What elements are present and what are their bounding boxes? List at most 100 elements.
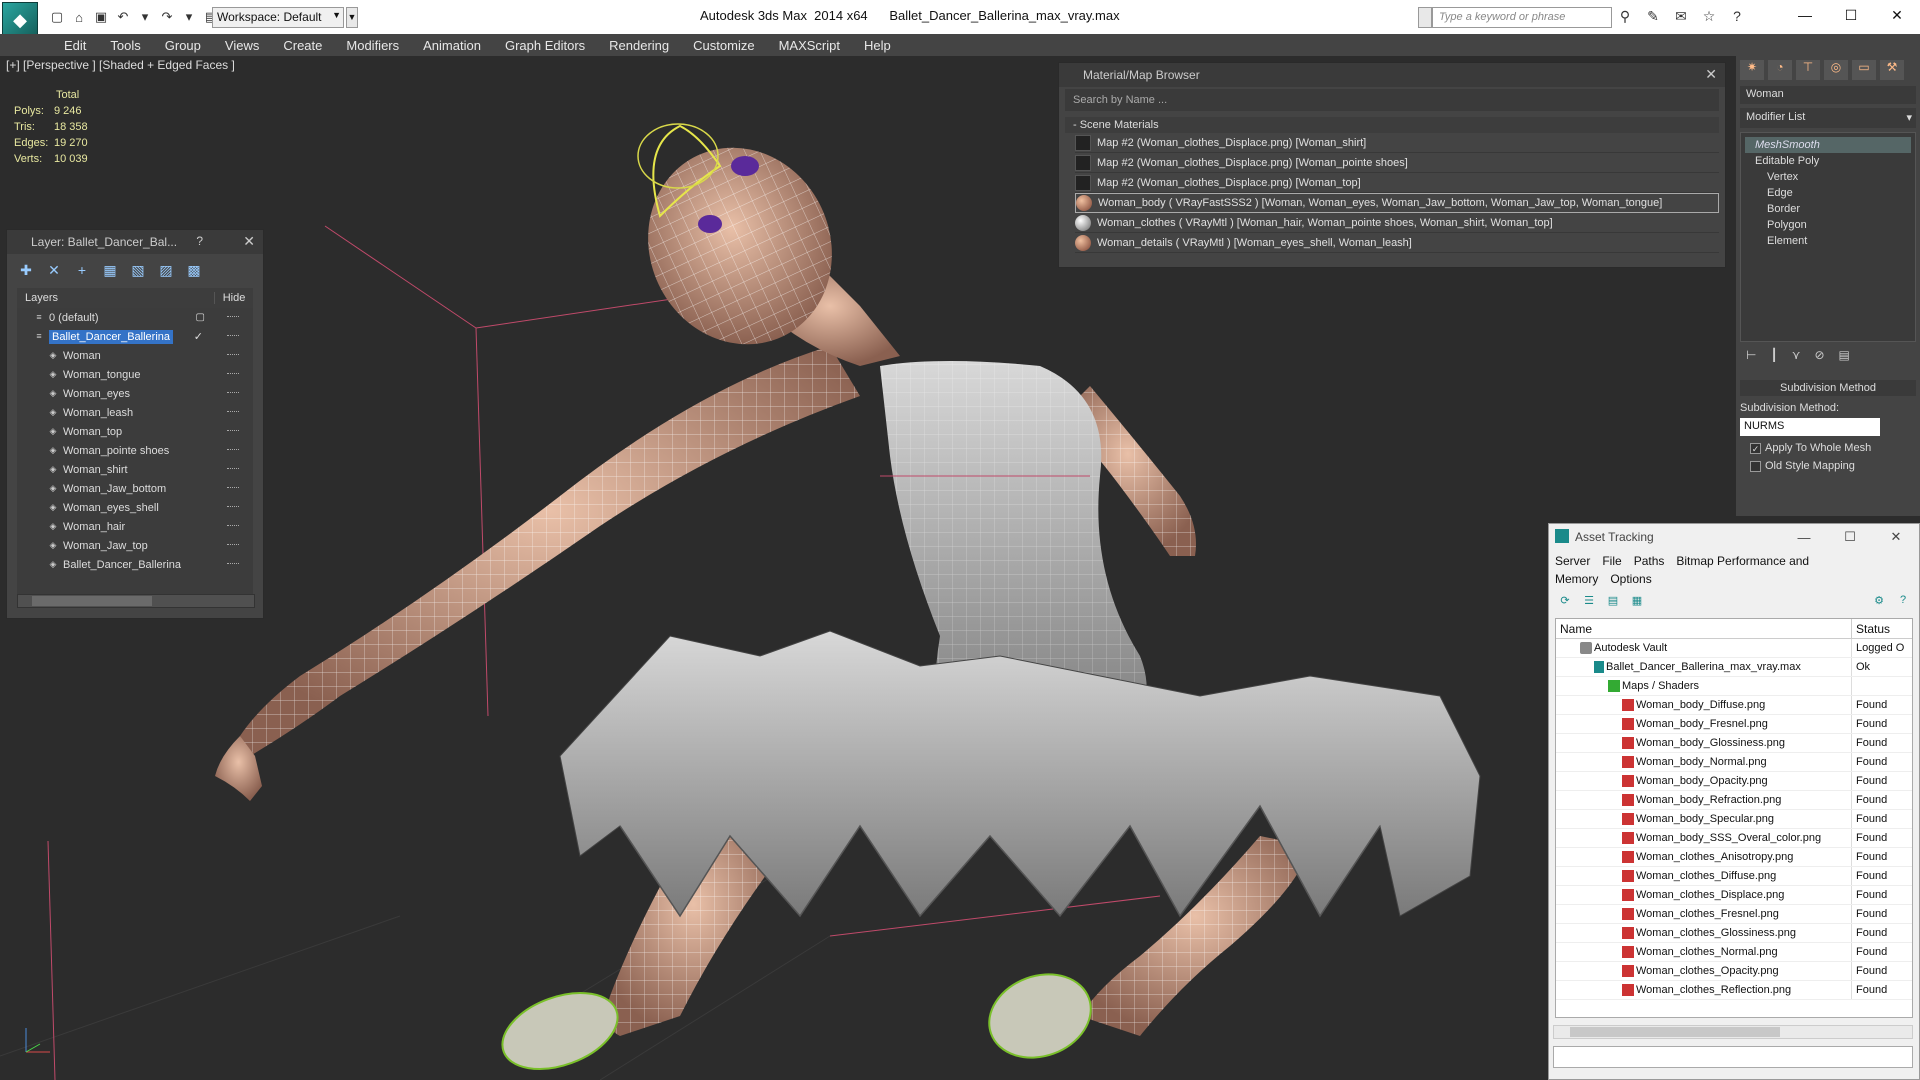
hide-toggle[interactable] [227, 468, 239, 470]
menu-item[interactable]: Animation [411, 38, 493, 53]
redo-dropdown-icon[interactable]: ▾ [180, 8, 198, 26]
hide-toggle[interactable] [227, 354, 239, 356]
layer-row[interactable]: ◈ Woman_hair [17, 517, 253, 536]
asset-menu-item[interactable]: Options [1610, 572, 1651, 586]
undo-dropdown-icon[interactable]: ▾ [136, 8, 154, 26]
utilities-tab-icon[interactable]: ⚒ [1880, 60, 1904, 80]
material-row[interactable]: Woman_body ( VRayFastSSS2 ) [Woman, Woma… [1075, 193, 1719, 213]
modifier-stack-item[interactable]: Vertex [1745, 169, 1911, 185]
hide-toggle[interactable] [227, 411, 239, 413]
status-column-header[interactable]: Status [1852, 619, 1912, 638]
asset-row[interactable]: Woman_clothes_Reflection.png Found [1556, 981, 1912, 1000]
menu-item[interactable]: Group [153, 38, 213, 53]
asset-menu-item[interactable]: File [1602, 554, 1621, 568]
apply-whole-mesh-checkbox[interactable]: ✓ Apply To Whole Mesh [1750, 442, 1916, 454]
subdivision-method-select[interactable]: NURMS [1740, 418, 1880, 436]
layer-row[interactable]: ◈ Woman_leash [17, 403, 253, 422]
close-icon[interactable]: ✕ [1873, 524, 1919, 550]
material-browser-title[interactable]: Material/Map Browser ✕ [1059, 63, 1725, 87]
search-expand-button[interactable] [1418, 7, 1432, 28]
asset-horizontal-scrollbar[interactable] [1553, 1025, 1913, 1039]
subdivision-rollout-header[interactable]: Subdivision Method [1740, 380, 1916, 396]
scrollbar-thumb[interactable] [32, 596, 152, 606]
scrollbar-thumb[interactable] [1570, 1027, 1780, 1037]
menu-item[interactable]: Edit [52, 38, 98, 53]
hide-toggle[interactable] [227, 373, 239, 375]
hide-toggle[interactable] [227, 563, 239, 565]
layer-row[interactable]: ◈ Woman_Jaw_top [17, 536, 253, 555]
highlight-layer-icon[interactable]: ▧ [129, 262, 147, 280]
maximize-icon[interactable]: ☐ [1828, 0, 1874, 30]
hide-toggle[interactable] [227, 506, 239, 508]
hide-toggle[interactable] [227, 525, 239, 527]
asset-row[interactable]: Woman_clothes_Glossiness.png Found [1556, 924, 1912, 943]
asset-row[interactable]: Woman_body_Glossiness.png Found [1556, 734, 1912, 753]
modifier-stack-item[interactable]: Border [1745, 201, 1911, 217]
make-unique-icon[interactable]: ⋎ [1792, 348, 1801, 366]
close-icon[interactable]: ✕ [1705, 66, 1717, 83]
menu-item[interactable]: Modifiers [334, 38, 411, 53]
open-file-icon[interactable]: ⌂ [70, 8, 88, 26]
asset-row[interactable]: Maps / Shaders [1556, 677, 1912, 696]
checkbox-unchecked[interactable] [1750, 460, 1761, 472]
asset-row[interactable]: Woman_clothes_Anisotropy.png Found [1556, 848, 1912, 867]
layer-row[interactable]: ◈ Woman_shirt [17, 460, 253, 479]
menu-item[interactable]: Create [271, 38, 334, 53]
layer-row[interactable]: ◈ Ballet_Dancer_Ballerina [17, 555, 253, 574]
close-icon[interactable]: ✕ [1874, 0, 1920, 30]
menu-item[interactable]: Rendering [597, 38, 681, 53]
material-row[interactable]: Woman_details ( VRayMtl ) [Woman_eyes_sh… [1075, 233, 1719, 253]
object-name-field[interactable]: Woman [1740, 86, 1916, 104]
scene-materials-header[interactable]: - Scene Materials [1065, 117, 1719, 133]
asset-menu-item[interactable]: Server [1555, 554, 1590, 568]
menu-item[interactable]: Help [852, 38, 903, 53]
asset-row[interactable]: Woman_body_Opacity.png Found [1556, 772, 1912, 791]
asset-row[interactable]: Woman_clothes_Displace.png Found [1556, 886, 1912, 905]
material-row[interactable]: Map #2 (Woman_clothes_Displace.png) [Wom… [1075, 173, 1719, 193]
hide-all-icon[interactable]: ▨ [157, 262, 175, 280]
modify-tab-icon[interactable]: ◔ [1768, 60, 1792, 80]
hide-toggle[interactable] [227, 316, 239, 318]
workspace-dropdown-button[interactable]: ▼ [346, 7, 358, 28]
asset-row[interactable]: Woman_body_Refraction.png Found [1556, 791, 1912, 810]
help-icon[interactable]: ? [1895, 594, 1911, 610]
asset-row[interactable]: Woman_body_Specular.png Found [1556, 810, 1912, 829]
delete-layer-icon[interactable]: ✕ [45, 262, 63, 280]
menu-item[interactable]: Tools [98, 38, 152, 53]
asset-row[interactable]: Woman_body_SSS_Overal_color.png Found [1556, 829, 1912, 848]
old-style-mapping-checkbox[interactable]: Old Style Mapping [1750, 460, 1916, 472]
active-layer-icon[interactable]: ▢ [196, 312, 205, 323]
asset-row[interactable]: Woman_clothes_Diffuse.png Found [1556, 867, 1912, 886]
layer-row[interactable]: ◈ Woman_top [17, 422, 253, 441]
material-row[interactable]: Map #2 (Woman_clothes_Displace.png) [Wom… [1075, 133, 1719, 153]
refresh-icon[interactable]: ⟳ [1557, 594, 1573, 610]
select-objects-icon[interactable]: ▦ [101, 262, 119, 280]
asset-row[interactable]: Woman_body_Diffuse.png Found [1556, 696, 1912, 715]
app-menu-button[interactable]: ◆ [2, 2, 38, 38]
create-tab-icon[interactable]: ✷ [1740, 60, 1764, 80]
menu-item[interactable]: Customize [681, 38, 766, 53]
asset-row[interactable]: Ballet_Dancer_Ballerina_max_vray.max Ok [1556, 658, 1912, 677]
modifier-list-dropdown[interactable]: Modifier List ▾ [1740, 108, 1916, 128]
asset-tracking-titlebar[interactable]: Asset Tracking — ☐ ✕ [1549, 524, 1919, 550]
new-layer-icon[interactable]: ✚ [17, 262, 35, 280]
help-button[interactable]: ? [196, 234, 203, 248]
name-column-header[interactable]: Name [1556, 619, 1852, 638]
layer-row[interactable]: ◈ Woman_tongue [17, 365, 253, 384]
menu-item[interactable]: MAXScript [767, 38, 852, 53]
checkbox-checked[interactable]: ✓ [1750, 442, 1761, 454]
modifier-stack-item[interactable]: Editable Poly [1745, 153, 1911, 169]
save-file-icon[interactable]: ▣ [92, 8, 110, 26]
viewport-label[interactable]: [+] [Perspective ] [Shaded + Edged Faces… [6, 58, 235, 72]
modifier-stack-item[interactable]: Polygon [1745, 217, 1911, 233]
hide-column-header[interactable]: Hide [215, 292, 253, 304]
display-tab-icon[interactable]: ▭ [1852, 60, 1876, 80]
minimize-icon[interactable]: — [1781, 524, 1827, 550]
undo-icon[interactable]: ↶ [114, 8, 132, 26]
menu-item[interactable]: Views [213, 38, 271, 53]
asset-row[interactable]: Woman_clothes_Opacity.png Found [1556, 962, 1912, 981]
layer-panel-title[interactable]: Layer: Ballet_Dancer_Bal... ? ✕ [7, 230, 263, 254]
modifier-stack-item[interactable]: Edge [1745, 185, 1911, 201]
new-file-icon[interactable]: ▢ [48, 8, 66, 26]
remove-modifier-icon[interactable]: ⊘ [1814, 348, 1824, 366]
